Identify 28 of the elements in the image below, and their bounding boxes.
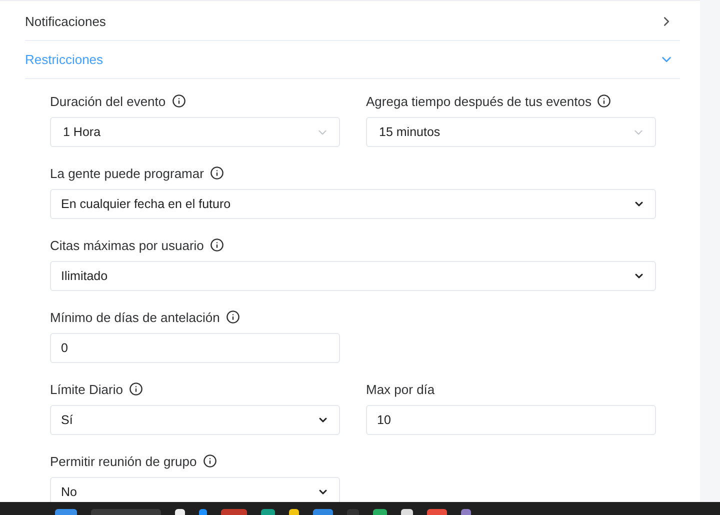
taskbar-icon[interactable]: [289, 509, 299, 515]
section-header[interactable]: Notificaciones: [25, 3, 680, 41]
dropdown-field[interactable]: 15 minutos: [366, 117, 656, 147]
field-label: Mínimo de días de antelación: [50, 310, 220, 324]
field-label: Max por día: [366, 382, 435, 396]
field-label: La gente puede programar: [50, 166, 204, 180]
info-icon[interactable]: [202, 454, 217, 468]
info-icon[interactable]: [597, 94, 612, 108]
dropdown-field[interactable]: No: [50, 477, 340, 502]
dropdown-field[interactable]: Sí: [50, 405, 340, 435]
input-field[interactable]: 0: [50, 333, 340, 363]
info-icon[interactable]: [128, 382, 143, 396]
info-icon[interactable]: [210, 166, 224, 180]
dropdown-field[interactable]: Ilimitado: [50, 261, 656, 291]
field-label: Agrega tiempo después de tus eventos: [366, 94, 592, 108]
taskbar-icon[interactable]: [373, 509, 387, 515]
taskbar-icon[interactable]: [401, 509, 413, 515]
input-field[interactable]: 10: [366, 405, 656, 435]
dropdown-field[interactable]: En cualquier fecha en el futuro: [50, 189, 656, 219]
info-icon[interactable]: [210, 238, 224, 252]
dropdown-field[interactable]: 1 Hora: [50, 117, 340, 147]
field-label: Permitir reunión de grupo: [50, 454, 197, 468]
field-label: Duración del evento: [50, 94, 166, 108]
field-label: Límite Diario: [50, 382, 123, 396]
field-label: Citas máximas por usuario: [50, 238, 204, 252]
info-icon[interactable]: [226, 310, 240, 324]
taskbar-icon[interactable]: [175, 509, 185, 515]
info-icon[interactable]: [172, 94, 186, 108]
